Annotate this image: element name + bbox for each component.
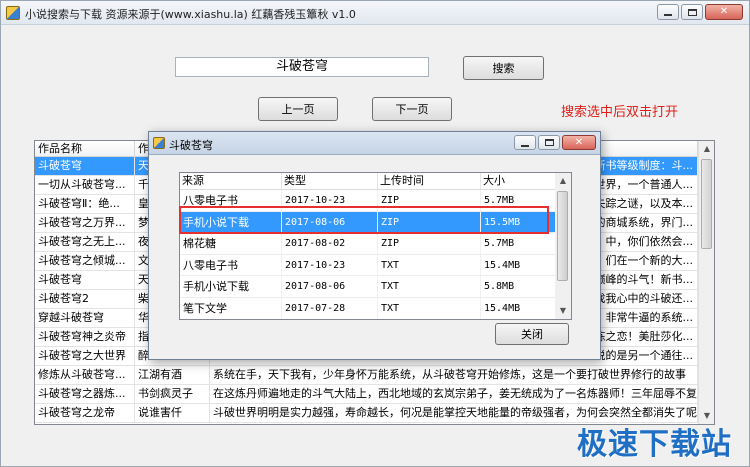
cell-desc: 系统在手，天下我有，少年身怀万能系统，从斗破苍穹开始修炼，这是一个要打破世界修行… bbox=[210, 366, 698, 384]
dialog-maximize-button[interactable] bbox=[538, 135, 560, 150]
cell-date: 2017-08-06 bbox=[282, 211, 378, 233]
download-list[interactable]: 来源 类型 上传时间 大小 八零电子书 2017-10-23 ZIP 5.7MB 手机小… bbox=[179, 172, 572, 320]
column-header-source[interactable]: 来源 bbox=[180, 173, 282, 189]
cell-name: 斗破苍穹之大世界 bbox=[35, 347, 135, 365]
minimize-icon bbox=[664, 14, 672, 16]
cell-name: 修炼从斗破苍穹... bbox=[35, 366, 135, 384]
cell-type: ZIP bbox=[378, 233, 481, 254]
grid-scrollbar[interactable]: ▲ ▼ bbox=[698, 141, 714, 424]
cell-name: 斗破苍穹之无上... bbox=[35, 233, 135, 251]
dialog-close-button[interactable]: ✕ bbox=[562, 135, 596, 150]
scroll-thumb[interactable] bbox=[557, 191, 568, 281]
cell-name: 斗破苍穹之龙帝 bbox=[35, 404, 135, 422]
column-header-name[interactable]: 作品名称 bbox=[35, 141, 135, 156]
cell-date: 2017-07-28 bbox=[282, 297, 378, 319]
column-header-type[interactable]: 类型 bbox=[282, 173, 378, 189]
maximize-button[interactable] bbox=[681, 4, 703, 20]
scroll-up-icon[interactable]: ▲ bbox=[555, 173, 571, 189]
list-item[interactable]: 笔下文学 2017-07-28 TXT 15.4MB bbox=[180, 297, 571, 319]
cell-type: ZIP bbox=[378, 211, 481, 233]
cell-author: 书剑疯灵子 bbox=[135, 385, 210, 403]
list-item[interactable]: 八零电子书 2017-10-23 ZIP 5.7MB bbox=[180, 190, 571, 212]
cell-size: 5.7MB bbox=[481, 190, 556, 211]
cell-type: TXT bbox=[378, 297, 481, 319]
dialog-title: 斗破苍穹 bbox=[169, 139, 213, 152]
cell-source: 手机小说下载 bbox=[180, 276, 282, 297]
window-title: 小说搜索与下载 资源来源于(www.xiashu.la) 红藕香残玉簟秋 v1.… bbox=[25, 8, 356, 21]
dialog-close-action-button[interactable]: 关闭 bbox=[495, 323, 569, 345]
cell-source: 手机小说下载 bbox=[180, 211, 282, 233]
hint-text: 搜索选中后双击打开 bbox=[561, 105, 679, 120]
cell-type: TXT bbox=[378, 254, 481, 276]
cell-date: 2017-10-23 bbox=[282, 254, 378, 276]
watermark-logo: 极速下载站 bbox=[577, 427, 732, 462]
maximize-icon bbox=[544, 139, 554, 146]
cell-name: 斗破苍穹 bbox=[35, 271, 135, 289]
cell-source: 棉花糖 bbox=[180, 233, 282, 254]
download-list-body: 八零电子书 2017-10-23 ZIP 5.7MB 手机小说下载 2017-08-06 Z… bbox=[180, 190, 571, 319]
cell-date: 2017-08-02 bbox=[282, 233, 378, 254]
search-button[interactable]: 搜索 bbox=[463, 56, 544, 80]
prev-page-button[interactable]: 上一页 bbox=[258, 97, 338, 121]
cell-author: 江湖有酒 bbox=[135, 366, 210, 384]
cell-name: 斗破苍穹之器炼... bbox=[35, 385, 135, 403]
dialog-title-bar: 斗破苍穹 ✕ bbox=[149, 132, 600, 155]
scroll-thumb[interactable] bbox=[701, 159, 712, 249]
search-input[interactable]: 斗破苍穹 bbox=[175, 57, 429, 77]
scroll-down-icon[interactable]: ▼ bbox=[555, 303, 571, 319]
download-list-scrollbar[interactable]: ▲ ▼ bbox=[555, 173, 571, 319]
scroll-up-icon[interactable]: ▲ bbox=[699, 141, 714, 157]
list-item[interactable]: 手机小说下载 2017-08-06 ZIP 15.5MB bbox=[180, 211, 571, 234]
minimize-icon bbox=[521, 144, 529, 147]
cell-type: ZIP bbox=[378, 190, 481, 211]
minimize-button[interactable] bbox=[657, 4, 679, 20]
cell-name: 斗破苍穹之万界... bbox=[35, 214, 135, 232]
download-list-header: 来源 类型 上传时间 大小 bbox=[180, 173, 571, 190]
cell-desc: 在这炼丹师遍地走的斗气大陆上，西北地域的玄岚宗弟子，姜无统成为了一名炼器师！三年… bbox=[210, 385, 698, 403]
cell-name: 斗破苍穹2 bbox=[35, 290, 135, 308]
table-row[interactable]: 修炼从斗破苍穹... 江湖有酒 系统在手，天下我有，少年身怀万能系统，从斗破苍穹开始… bbox=[35, 366, 714, 385]
cell-date: 2017-10-23 bbox=[282, 190, 378, 211]
cell-source: 笔下文学 bbox=[180, 297, 282, 319]
dialog-app-icon bbox=[153, 137, 165, 149]
caption-buttons: ✕ bbox=[657, 4, 743, 20]
app-icon bbox=[6, 6, 20, 20]
table-row[interactable]: 斗破苍穹之器炼... 书剑疯灵子 在这炼丹师遍地走的斗气大陆上，西北地域的玄岚宗弟子… bbox=[35, 385, 714, 404]
cell-name: 一切从斗破苍穹... bbox=[35, 176, 135, 194]
title-bar: 小说搜索与下载 资源来源于(www.xiashu.la) 红藕香残玉簟秋 v1.… bbox=[1, 1, 749, 25]
main-window: 小说搜索与下载 资源来源于(www.xiashu.la) 红藕香残玉簟秋 v1.… bbox=[0, 0, 750, 467]
cell-name: 斗破苍穹神之炎帝 bbox=[35, 328, 135, 346]
cell-name: 斗破苍穹Ⅱ：绝... bbox=[35, 195, 135, 213]
dialog-caption-buttons: ✕ bbox=[514, 135, 596, 150]
cell-size: 15.4MB bbox=[481, 254, 556, 276]
next-page-button[interactable]: 下一页 bbox=[372, 97, 452, 121]
list-item[interactable]: 棉花糖 2017-08-02 ZIP 5.7MB bbox=[180, 233, 571, 255]
list-item[interactable]: 八零电子书 2017-10-23 TXT 15.4MB bbox=[180, 254, 571, 277]
cell-size: 15.5MB bbox=[481, 211, 556, 233]
column-header-upload-time[interactable]: 上传时间 bbox=[378, 173, 481, 189]
column-header-size[interactable]: 大小 bbox=[481, 173, 556, 189]
close-icon: ✕ bbox=[719, 6, 729, 17]
cell-name: 斗破苍穹之倾城... bbox=[35, 252, 135, 270]
cell-author: 说谁害仟 bbox=[135, 404, 210, 422]
cell-type: TXT bbox=[378, 276, 481, 297]
dialog-minimize-button[interactable] bbox=[514, 135, 536, 150]
close-icon: ✕ bbox=[574, 136, 584, 148]
cell-size: 15.4MB bbox=[481, 297, 556, 319]
cell-size: 5.8MB bbox=[481, 276, 556, 297]
close-button[interactable]: ✕ bbox=[705, 4, 743, 20]
list-item[interactable]: 手机小说下载 2017-08-06 TXT 5.8MB bbox=[180, 276, 571, 298]
cell-date: 2017-08-06 bbox=[282, 276, 378, 297]
maximize-icon bbox=[687, 8, 697, 16]
versions-dialog: 斗破苍穹 ✕ 来源 类型 上传时间 大小 八零电子书 2017-10-23 ZIP 5… bbox=[148, 131, 601, 360]
cell-name: 穿越斗破苍穹 bbox=[35, 309, 135, 327]
cell-source: 八零电子书 bbox=[180, 190, 282, 211]
cell-size: 5.7MB bbox=[481, 233, 556, 254]
cell-source: 八零电子书 bbox=[180, 254, 282, 276]
cell-name: 斗破苍穹 bbox=[35, 157, 135, 175]
